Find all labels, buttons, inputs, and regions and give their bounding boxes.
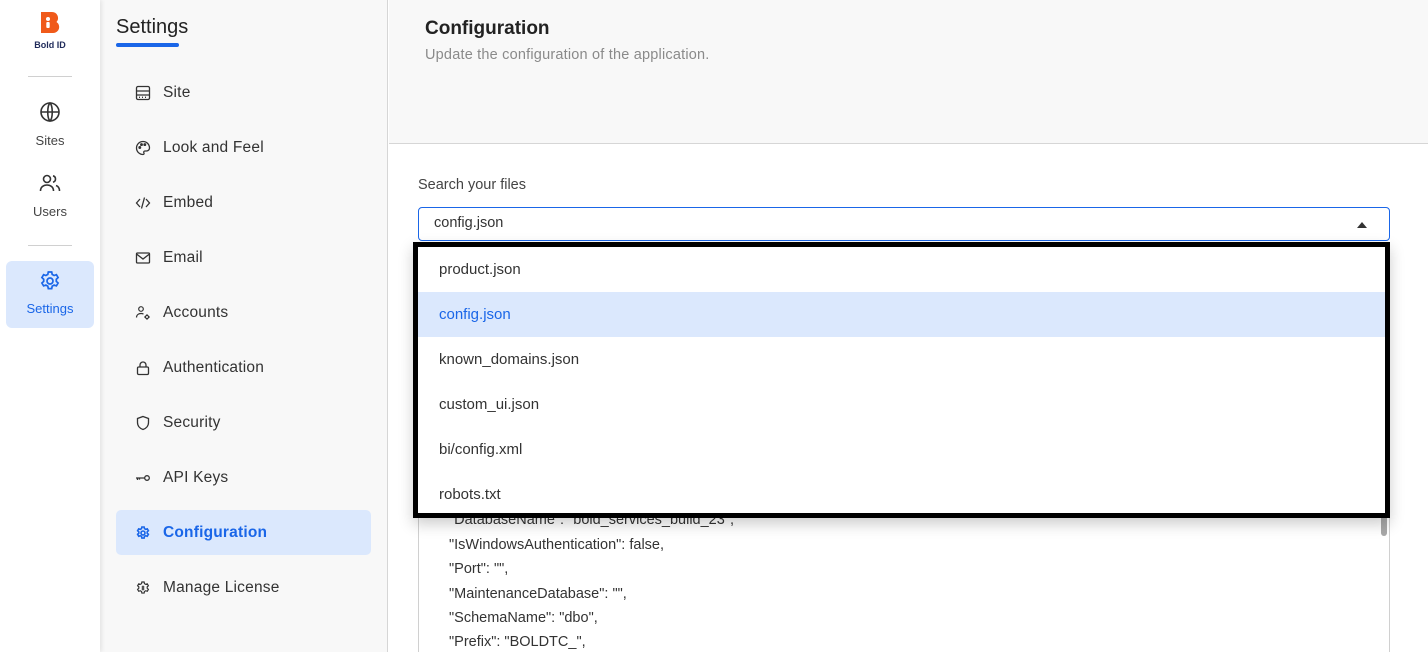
dropdown-option-bi-config-xml[interactable]: bi/config.xml [418, 427, 1385, 472]
settings-nav-label: Embed [163, 193, 214, 211]
dropdown-option-product-json[interactable]: product.json [418, 247, 1385, 292]
rail-item-label: Settings [26, 301, 74, 316]
caret-up-icon[interactable] [1357, 222, 1367, 228]
settings-nav-label: Configuration [163, 523, 268, 541]
user-settings-icon [135, 305, 150, 320]
palette-icon [135, 140, 151, 155]
settings-nav-label: Authentication [163, 358, 265, 376]
code-line: "IsWindowsAuthentication": false, [449, 537, 665, 553]
rail-divider [28, 245, 72, 246]
bold-id-logo-icon[interactable] [38, 10, 62, 34]
config-editor[interactable]: "DatabaseName": "bold_services_build_23"… [418, 500, 1390, 652]
settings-nav-item-configuration[interactable]: Configuration [116, 510, 371, 555]
rail-item-users[interactable]: Users [6, 171, 94, 227]
page-subtitle: Update the configuration of the applicat… [425, 47, 710, 63]
gear-icon [40, 271, 60, 290]
users-icon [39, 174, 61, 192]
code-line: "SchemaName": "dbo", [449, 610, 598, 626]
mail-icon [135, 251, 151, 264]
file-dropdown-menu: product.json config.json known_domains.j… [413, 242, 1390, 518]
rail-item-label: Sites [35, 133, 65, 148]
settings-nav-item-manage-license[interactable]: Manage License [116, 565, 371, 610]
app-root: Bold ID Sites Users Settings Settings Si… [0, 0, 1428, 652]
code-icon [135, 196, 151, 209]
dropdown-option-config-json[interactable]: config.json [418, 292, 1385, 337]
app-rail: Bold ID Sites Users Settings [0, 0, 100, 652]
shield-icon [136, 415, 150, 430]
rail-item-label: Users [33, 204, 67, 219]
file-select[interactable]: config.json [418, 207, 1390, 241]
settings-nav-label: Email [163, 248, 203, 266]
license-gear-icon [136, 580, 150, 594]
settings-nav-item-embed[interactable]: Embed [116, 180, 371, 225]
settings-nav-label: Site [163, 83, 191, 101]
settings-nav-item-authentication[interactable]: Authentication [116, 345, 371, 390]
code-line: "Port": "", [449, 561, 509, 577]
settings-nav-item-site[interactable]: Site [116, 70, 371, 115]
code-line: "MaintenanceDatabase": "", [449, 586, 627, 602]
settings-nav-item-api-keys[interactable]: API Keys [116, 455, 371, 500]
file-select-value: config.json [434, 215, 504, 231]
settings-nav-label: Accounts [163, 303, 229, 321]
settings-nav-label: Look and Feel [163, 138, 264, 156]
gear-icon [136, 525, 150, 539]
rail-divider [28, 76, 72, 77]
settings-nav: Settings Site Look and Feel Embed Email … [100, 0, 388, 652]
settings-nav-label: Manage License [163, 578, 280, 596]
file-search-label: Search your files [418, 177, 526, 193]
globe-icon [40, 101, 60, 123]
settings-nav-title: Settings [116, 16, 189, 38]
settings-nav-item-email[interactable]: Email [116, 235, 371, 280]
dropdown-option-known-domains-json[interactable]: known_domains.json [418, 337, 1385, 382]
key-icon [136, 474, 150, 481]
dropdown-option-robots-txt[interactable]: robots.txt [418, 472, 1385, 517]
settings-nav-item-accounts[interactable]: Accounts [116, 290, 371, 335]
settings-nav-label: Security [163, 413, 221, 431]
page-title: Configuration [425, 18, 550, 39]
rail-item-sites[interactable]: Sites [6, 100, 94, 156]
settings-nav-item-look-and-feel[interactable]: Look and Feel [116, 125, 371, 170]
site-icon [135, 85, 151, 100]
dropdown-option-custom-ui-json[interactable]: custom_ui.json [418, 382, 1385, 427]
settings-nav-item-security[interactable]: Security [116, 400, 371, 445]
brand-name: Bold ID [34, 40, 66, 50]
rail-item-settings[interactable]: Settings [6, 261, 94, 328]
lock-icon [136, 360, 150, 375]
page-header: Configuration Update the configuration o… [389, 0, 1428, 144]
code-line: "Prefix": "BOLDTC_", [449, 634, 586, 650]
settings-title-underline [116, 43, 179, 47]
settings-nav-label: API Keys [163, 468, 229, 486]
